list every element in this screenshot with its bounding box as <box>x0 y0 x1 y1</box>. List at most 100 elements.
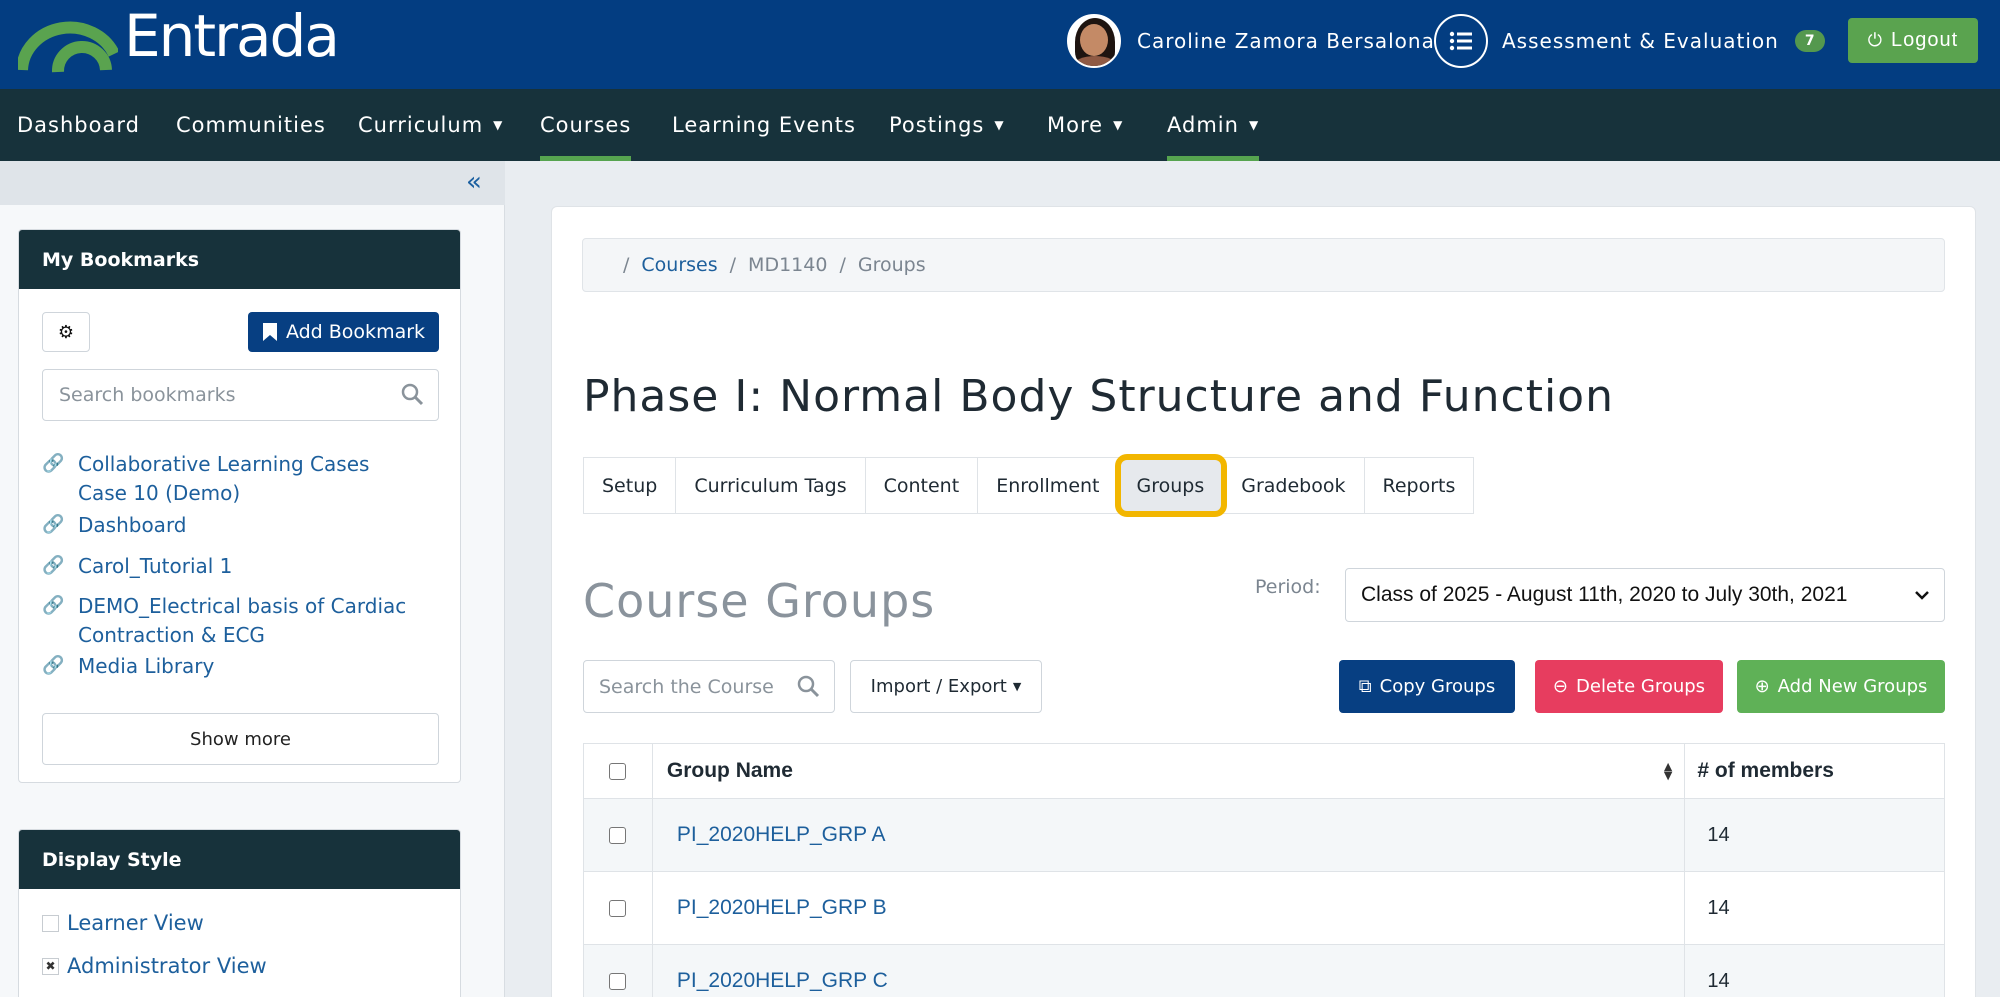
show-more-label: Show more <box>190 728 291 750</box>
assessment-evaluation-link[interactable]: Assessment & Evaluation 7 <box>1434 14 1825 68</box>
tab-label: Gradebook <box>1241 474 1346 497</box>
display-style-administrator[interactable]: ✖ Administrator View <box>42 954 267 978</box>
show-more-button[interactable]: Show more <box>42 713 439 765</box>
nav-label: Admin <box>1167 113 1239 137</box>
breadcrumb-courses[interactable]: Courses <box>641 254 717 276</box>
period-label: Period: <box>1255 576 1321 598</box>
group-link[interactable]: PI_2020HELP_GRP A <box>667 823 886 847</box>
nav-courses[interactable]: Courses <box>540 89 632 161</box>
link-icon: 🔗 <box>42 595 65 616</box>
bookmark-settings-button[interactable]: ⚙ <box>42 312 90 352</box>
bookmark-item[interactable]: 🔗 DEMO_Electrical basis of Cardiac Contr… <box>42 592 418 650</box>
row-check-cell <box>584 799 653 871</box>
tab-content[interactable]: Content <box>865 458 979 513</box>
row-checkbox[interactable] <box>609 972 627 990</box>
display-style-label: Administrator View <box>67 954 267 978</box>
tab-gradebook[interactable]: Gradebook <box>1223 458 1365 513</box>
bookmark-search-input[interactable]: Search bookmarks <box>42 369 439 421</box>
breadcrumb-current: Groups <box>857 254 926 276</box>
add-bookmark-button[interactable]: Add Bookmark <box>248 312 439 352</box>
group-name-cell: PI_2020HELP_GRP A <box>653 799 1686 871</box>
course-search-placeholder: Search the Course <box>599 675 774 698</box>
tab-reports[interactable]: Reports <box>1364 458 1474 513</box>
nav-label: Courses <box>540 113 632 137</box>
bookmark-item[interactable]: 🔗 Collaborative Learning Cases Case 10 (… <box>42 450 418 508</box>
table-row: PI_2020HELP_GRP C 14 <box>584 945 1944 997</box>
table-row: PI_2020HELP_GRP A 14 <box>584 799 1944 872</box>
nav-dashboard[interactable]: Dashboard <box>17 89 140 161</box>
header-members: # of members <box>1685 744 1944 798</box>
row-check-cell <box>584 945 653 997</box>
ae-label: Assessment & Evaluation <box>1502 29 1779 53</box>
header-check-cell <box>584 744 653 798</box>
copy-groups-button[interactable]: ⧉ Copy Groups <box>1339 660 1515 713</box>
table-header-row: Group Name ▲ ▼ # of members <box>584 744 1944 799</box>
caret-down-icon: ▼ <box>1248 118 1260 132</box>
import-export-button[interactable]: Import / Export ▼ <box>850 660 1042 713</box>
double-chevron-left-icon[interactable]: « <box>466 167 482 197</box>
logout-label: Logout <box>1891 29 1959 51</box>
top-header: Entrada Caroline Zamora Bersalona Assess… <box>0 0 2000 89</box>
main-content: / Courses / MD1140 / Groups Phase I: Nor… <box>551 206 1976 997</box>
bookmark-item[interactable]: 🔗 Dashboard <box>42 511 418 540</box>
tab-label: Reports <box>1382 474 1456 497</box>
bookmark-item[interactable]: 🔗 Carol_Tutorial 1 <box>42 552 418 581</box>
members-cell: 14 <box>1685 945 1944 997</box>
bookmark-label: DEMO_Electrical basis of Cardiac Contrac… <box>78 594 407 647</box>
search-icon <box>797 675 820 698</box>
nav-label: Curriculum <box>358 113 484 137</box>
minus-circle-icon: ⊖ <box>1552 676 1569 697</box>
caret-down-icon: ▼ <box>1012 680 1022 693</box>
caret-down-icon: ▼ <box>994 118 1005 132</box>
bookmark-item[interactable]: 🔗 Media Library <box>42 652 418 681</box>
breadcrumb-separator: / <box>623 254 630 276</box>
delete-groups-button[interactable]: ⊖ Delete Groups <box>1535 660 1723 713</box>
power-icon: ⏻ <box>1867 30 1884 50</box>
nav-more[interactable]: More ▼ <box>1047 89 1123 161</box>
user-menu[interactable]: Caroline Zamora Bersalona <box>1067 14 1435 68</box>
row-checkbox[interactable] <box>609 826 627 844</box>
copy-icon: ⧉ <box>1358 676 1372 697</box>
tab-enrollment[interactable]: Enrollment <box>978 458 1119 513</box>
tab-setup[interactable]: Setup <box>584 458 677 513</box>
checkbox[interactable] <box>42 914 59 932</box>
import-export-label: Import / Export <box>870 676 1007 697</box>
tab-label: Groups <box>1136 474 1205 497</box>
logout-button[interactable]: ⏻ Logout <box>1848 18 1978 63</box>
breadcrumb-course-code: MD1140 <box>748 254 828 276</box>
nav-communities[interactable]: Communities <box>176 89 326 161</box>
bookmarks-card: My Bookmarks ⚙ Add Bookmark Search bookm… <box>18 229 461 783</box>
nav-learning-events[interactable]: Learning Events <box>672 89 856 161</box>
row-checkbox[interactable] <box>609 899 627 917</box>
course-tabs: Setup Curriculum Tags Content Enrollment… <box>583 454 1475 517</box>
members-cell: 14 <box>1685 872 1944 944</box>
tab-curriculum-tags[interactable]: Curriculum Tags <box>676 458 866 513</box>
caret-down-icon: ▼ <box>1113 118 1124 132</box>
sort-icon[interactable]: ▲ ▼ <box>1664 761 1672 781</box>
add-new-groups-button[interactable]: ⊕ Add New Groups <box>1737 660 1945 713</box>
plus-circle-icon: ⊕ <box>1754 676 1770 697</box>
display-style-card: Display Style Learner View ✖ Administrat… <box>18 829 461 997</box>
header-group-name[interactable]: Group Name ▲ ▼ <box>653 744 1686 798</box>
nav-curriculum[interactable]: Curriculum ▼ <box>358 89 503 161</box>
checkbox-checked[interactable]: ✖ <box>42 957 59 975</box>
bookmark-label: Media Library <box>78 654 215 678</box>
period-select[interactable]: Class of 2025 - August 11th, 2020 to Jul… <box>1345 568 1945 622</box>
course-search-input[interactable]: Search the Course <box>583 660 835 713</box>
tab-groups[interactable]: Groups <box>1114 454 1228 517</box>
member-count: 14 <box>1707 823 1730 846</box>
nav-admin[interactable]: Admin ▼ <box>1167 89 1260 161</box>
chevron-down-icon <box>1915 591 1929 600</box>
member-count: 14 <box>1707 969 1730 992</box>
group-link[interactable]: PI_2020HELP_GRP C <box>667 969 888 993</box>
group-link[interactable]: PI_2020HELP_GRP B <box>667 896 887 920</box>
display-style-learner[interactable]: Learner View <box>42 911 204 935</box>
nav-postings[interactable]: Postings ▼ <box>889 89 1005 161</box>
col-group-name: Group Name <box>666 759 793 782</box>
logo-arc-icon <box>18 21 118 73</box>
display-style-title: Display Style <box>19 830 460 889</box>
breadcrumb-separator: / <box>839 254 846 276</box>
select-all-checkbox[interactable] <box>609 762 627 780</box>
user-name: Caroline Zamora Bersalona <box>1137 29 1435 53</box>
breadcrumb: / Courses / MD1140 / Groups <box>582 238 1945 292</box>
